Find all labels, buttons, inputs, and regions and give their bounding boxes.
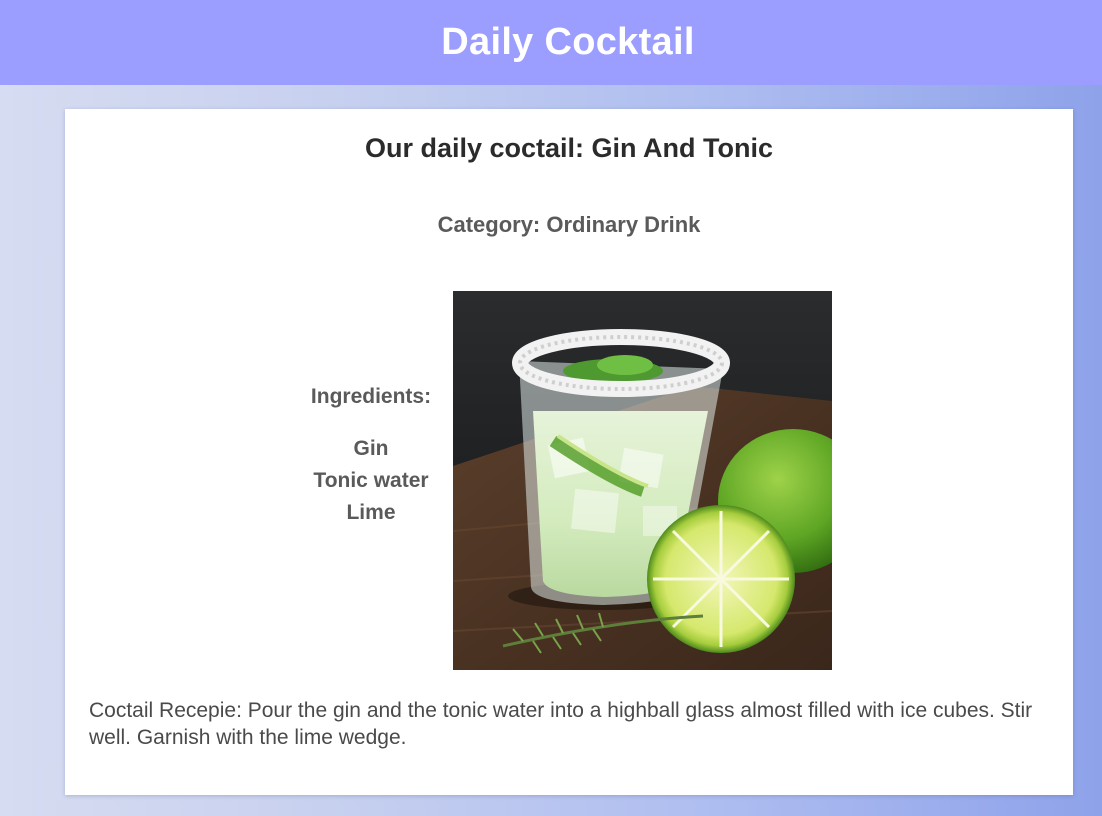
cocktail-photo [453,291,832,670]
ingredients-list: Gin Tonic water Lime [265,433,477,529]
cocktail-category: Category: Ordinary Drink [437,212,701,237]
app-title: Daily Cocktail [441,21,695,63]
ingredient-item: Gin [353,437,389,460]
ingredient-item: Tonic water [313,469,429,492]
ingredients-heading: Ingredients: [310,385,432,408]
ingredient-item: Lime [346,501,396,524]
cocktail-title: Our daily coctail: Gin And Tonic [364,133,774,163]
ingredients-panel: Ingredients: Gin Tonic water Lime [265,385,477,529]
cocktail-card: Our daily coctail: Gin And Tonic Categor… [65,109,1073,795]
recipe-text: Coctail Recepie: Pour the gin and the to… [89,699,1033,749]
page-header: Daily Cocktail [0,0,1102,85]
